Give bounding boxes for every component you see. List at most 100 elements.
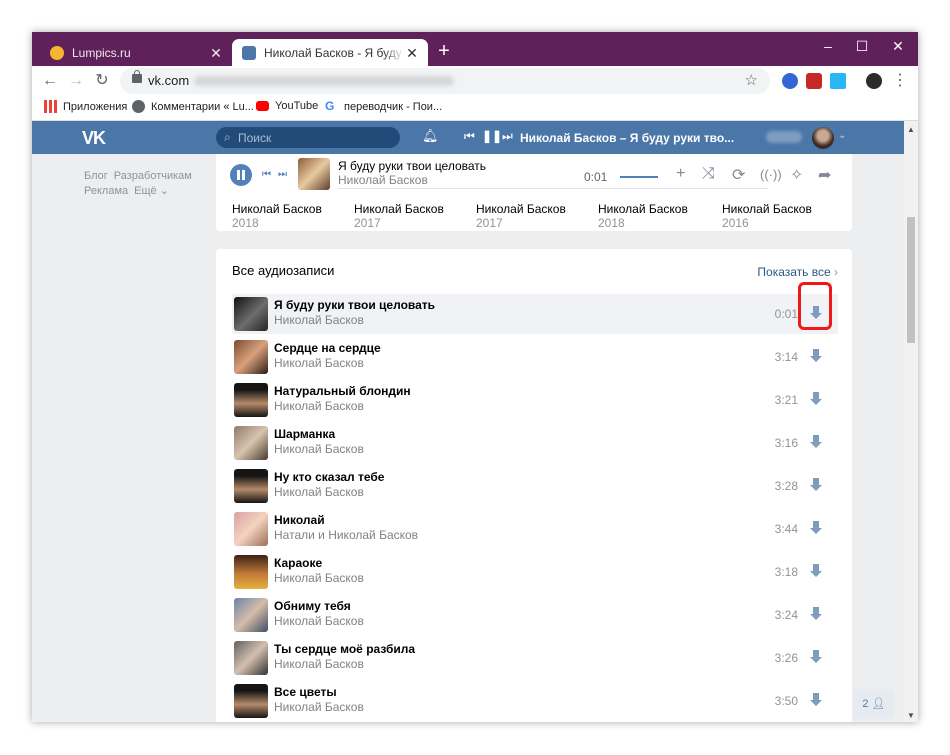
download-icon[interactable] bbox=[810, 478, 822, 492]
download-icon[interactable] bbox=[810, 607, 822, 621]
maximize-icon[interactable]: ☐ bbox=[852, 38, 872, 55]
forward-icon[interactable]: → bbox=[66, 71, 86, 91]
track-artist[interactable]: Николай Басков bbox=[274, 485, 364, 499]
download-icon[interactable] bbox=[810, 564, 822, 578]
link-more[interactable]: Ещё ⌄ bbox=[134, 185, 169, 197]
album-item[interactable]: Николай Басков 2016 bbox=[722, 202, 812, 230]
bookmark-comments[interactable]: Комментарии « Lu... bbox=[132, 100, 254, 113]
album-item[interactable]: Николай Басков 2017 bbox=[476, 202, 566, 230]
album-item[interactable]: Николай Басков 2018 bbox=[598, 202, 688, 230]
track-row[interactable]: Натуральный блондин Николай Басков 3:21 bbox=[232, 380, 838, 420]
track-title[interactable]: Натуральный блондин bbox=[274, 384, 411, 398]
track-title[interactable]: Шарманка bbox=[274, 427, 335, 441]
track-title[interactable]: Караоке bbox=[274, 556, 322, 570]
track-row[interactable]: Караоке Николай Басков 3:18 bbox=[232, 552, 838, 592]
player-track-artist[interactable]: Николай Басков bbox=[338, 173, 428, 187]
download-icon[interactable] bbox=[810, 435, 822, 449]
extension-icon[interactable] bbox=[782, 73, 798, 89]
next-track-icon[interactable]: ⏭︎ bbox=[502, 129, 513, 144]
avatar[interactable] bbox=[812, 127, 834, 149]
prev-track-icon[interactable]: ⏮︎ bbox=[464, 129, 475, 144]
extension-icon[interactable] bbox=[806, 73, 822, 89]
track-duration: 3:26 bbox=[774, 651, 798, 665]
track-title[interactable]: Я буду руки твои целовать bbox=[274, 298, 435, 312]
track-row[interactable]: Сердце на сердце Николай Басков 3:14 bbox=[232, 337, 838, 377]
scrollbar-thumb[interactable] bbox=[907, 217, 915, 343]
track-artist[interactable]: Николай Басков bbox=[274, 700, 364, 714]
address-bar[interactable]: vk.com ☆ bbox=[120, 68, 770, 94]
tab-lumpics[interactable]: Lumpics.ru ✕ bbox=[40, 39, 232, 66]
track-row[interactable]: Ну кто сказал тебе Николай Басков 3:28 bbox=[232, 466, 838, 506]
download-icon[interactable] bbox=[810, 392, 822, 406]
chevron-down-icon[interactable]: ⌄ bbox=[838, 130, 846, 141]
new-tab-icon[interactable]: + bbox=[434, 41, 454, 61]
download-icon[interactable] bbox=[810, 349, 822, 363]
track-row[interactable]: Обниму тебя Николай Басков 3:24 bbox=[232, 595, 838, 635]
next-track-icon[interactable]: ⏭︎ bbox=[278, 169, 287, 180]
bookmark-star-icon[interactable]: ☆ bbox=[745, 71, 758, 89]
header-now-playing[interactable]: Николай Басков – Я буду руки тво... bbox=[520, 131, 734, 145]
track-artist[interactable]: Николай Басков bbox=[274, 356, 364, 370]
download-icon[interactable] bbox=[810, 521, 822, 535]
search-input[interactable]: ⌕ Поиск bbox=[216, 127, 400, 148]
track-artist[interactable]: Николай Басков bbox=[274, 614, 364, 628]
show-all-link[interactable]: Показать все › bbox=[757, 265, 838, 279]
track-artist[interactable]: Николай Басков bbox=[274, 571, 364, 585]
track-title[interactable]: Ну кто сказал тебе bbox=[274, 470, 384, 484]
repeat-icon[interactable]: ⟳ bbox=[732, 165, 745, 185]
tab-vk[interactable]: Николай Басков - Я буду руки т ✕ bbox=[232, 39, 428, 66]
track-artist[interactable]: Николай Басков bbox=[274, 399, 364, 413]
add-icon[interactable]: + bbox=[676, 165, 685, 183]
track-title[interactable]: Ты сердце моё разбила bbox=[274, 642, 415, 656]
share-icon[interactable]: ➦ bbox=[818, 165, 831, 185]
download-icon[interactable] bbox=[810, 650, 822, 664]
close-tab-icon[interactable]: ✕ bbox=[208, 46, 224, 60]
menu-icon[interactable]: ⋮ bbox=[890, 71, 910, 91]
track-artist[interactable]: Николай Басков bbox=[274, 442, 364, 456]
link-developers[interactable]: Разработчикам bbox=[114, 170, 192, 182]
recommendations-icon[interactable]: ✧ bbox=[790, 165, 803, 185]
track-title[interactable]: Сердце на сердце bbox=[274, 341, 381, 355]
back-icon[interactable]: ← bbox=[40, 71, 60, 91]
track-row[interactable]: Все цветы Николай Басков 3:50 bbox=[232, 681, 838, 721]
volume-slider[interactable] bbox=[620, 176, 658, 178]
link-blog[interactable]: Блог bbox=[84, 170, 108, 182]
pause-button[interactable] bbox=[230, 164, 252, 186]
user-name-redacted[interactable] bbox=[766, 131, 802, 143]
track-artist[interactable]: Николай Басков bbox=[274, 313, 364, 327]
player-track-title[interactable]: Я буду руки твои целовать bbox=[338, 159, 486, 173]
minimize-icon[interactable]: – bbox=[818, 38, 838, 54]
vk-logo[interactable]: VK bbox=[82, 128, 106, 149]
extension-icon[interactable] bbox=[830, 73, 846, 89]
bookmark-youtube[interactable]: YouTube bbox=[256, 100, 318, 112]
friends-online-widget[interactable]: 2 👤︎ bbox=[854, 689, 894, 719]
track-row[interactable]: Я буду руки твои целовать Николай Басков… bbox=[232, 294, 838, 334]
track-row[interactable]: Шарманка Николай Басков 3:16 bbox=[232, 423, 838, 463]
track-artist[interactable]: Натали и Николай Басков bbox=[274, 528, 418, 542]
close-tab-icon[interactable]: ✕ bbox=[404, 46, 420, 60]
track-row[interactable]: Ты сердце моё разбила Николай Басков 3:2… bbox=[232, 638, 838, 678]
shuffle-icon[interactable]: ⤨ bbox=[702, 165, 715, 183]
track-row[interactable]: Николай Натали и Николай Басков 3:44 bbox=[232, 509, 838, 549]
pause-icon[interactable]: ❚❚ bbox=[482, 129, 502, 143]
broadcast-icon[interactable]: ((·)) bbox=[760, 167, 782, 182]
track-title[interactable]: Николай bbox=[274, 513, 325, 527]
album-item[interactable]: Николай Басков 2017 bbox=[354, 202, 444, 230]
progress-bar[interactable] bbox=[338, 188, 768, 189]
download-icon[interactable] bbox=[810, 693, 822, 707]
reload-icon[interactable]: ↻ bbox=[92, 71, 112, 91]
track-title[interactable]: Все цветы bbox=[274, 685, 337, 699]
bookmark-translator[interactable]: G переводчик - Пои... bbox=[325, 100, 442, 113]
scroll-up-icon[interactable]: ▲ bbox=[907, 125, 915, 134]
album-item[interactable]: Николай Басков 2018 bbox=[232, 202, 322, 230]
track-title[interactable]: Обниму тебя bbox=[274, 599, 351, 613]
link-ads[interactable]: Реклама bbox=[84, 185, 128, 197]
profile-avatar-icon[interactable] bbox=[866, 73, 882, 89]
prev-track-icon[interactable]: ⏮︎ bbox=[262, 169, 271, 180]
close-window-icon[interactable]: ✕ bbox=[888, 38, 908, 55]
bookmark-apps[interactable]: Приложения bbox=[44, 100, 127, 113]
bell-icon[interactable]: 🔔︎ bbox=[422, 128, 439, 144]
track-artist[interactable]: Николай Басков bbox=[274, 657, 364, 671]
scroll-down-icon[interactable]: ▼ bbox=[907, 711, 915, 720]
page-scrollbar[interactable]: ▲ ▼ bbox=[904, 121, 918, 722]
